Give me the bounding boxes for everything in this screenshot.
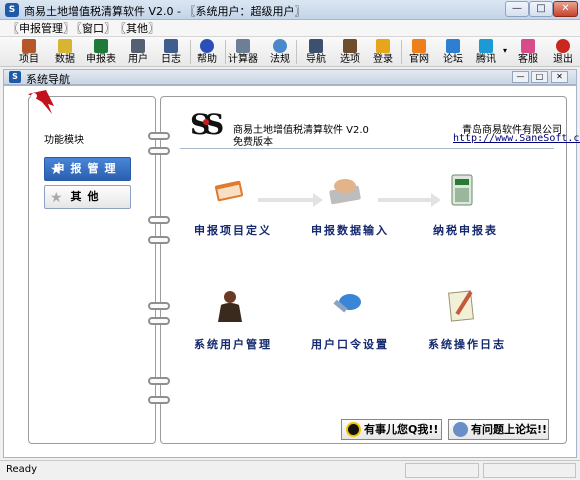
login-icon (376, 39, 390, 53)
qq-icon (346, 422, 361, 437)
tax-report-label[interactable]: 纳税申报表 (433, 222, 498, 238)
window-titlebar: S 商易土地增值税清算软件 V2.0 - 〖系统用户：超级用户〗 — □ ✕ (0, 0, 580, 20)
toolbar-options-button[interactable]: 选项 (333, 37, 367, 67)
close-button[interactable]: ✕ (553, 1, 578, 17)
password-setting-label[interactable]: 用户口令设置 (311, 336, 389, 352)
toolbar-data-button[interactable]: 数据 (48, 37, 82, 67)
flow-arrow (378, 193, 441, 207)
excel-icon (94, 39, 108, 53)
menu-declaration-management[interactable]: 〖申报管理〗 (8, 21, 74, 36)
maximize-button[interactable]: □ (529, 1, 553, 17)
edition-label: 免费版本 (233, 137, 273, 148)
operation-log-icon[interactable] (444, 288, 480, 324)
operation-log-label[interactable]: 系统操作日志 (428, 336, 506, 352)
toolbar-service-button[interactable]: 客服 (511, 37, 545, 67)
forum-icon (453, 422, 468, 437)
toolbar-exit-button[interactable]: 退出 (546, 37, 580, 67)
user-management-icon[interactable] (212, 288, 248, 324)
search-icon (273, 39, 287, 53)
toolbar-navigation-button[interactable]: 导航 (299, 37, 333, 67)
status-cell (405, 463, 479, 478)
status-cell (483, 463, 576, 478)
minimize-button[interactable]: — (505, 1, 529, 17)
binder-ring (148, 132, 170, 140)
data-input-label[interactable]: 申报数据输入 (311, 222, 389, 238)
nav-button-other[interactable]: ★ 其他 (44, 185, 131, 209)
service-icon (521, 39, 535, 53)
log-icon (164, 39, 178, 53)
binder-ring (148, 236, 170, 244)
project-icon (22, 39, 36, 53)
nav-button-declaration[interactable]: ★ 申报管理 (44, 157, 131, 181)
star-icon: ★ (50, 190, 63, 206)
toolbar-report-button[interactable]: 申报表 (84, 37, 118, 67)
rss-icon (412, 39, 426, 53)
keyboard-input-icon[interactable] (327, 172, 363, 208)
binder-ring (148, 216, 170, 224)
app-logo-icon: S (9, 71, 21, 83)
toolbar-help-button[interactable]: 帮助 (190, 37, 224, 67)
exit-icon (556, 39, 570, 53)
header-divider (180, 148, 554, 149)
toolbar-separator (296, 40, 297, 64)
binder-ring (148, 147, 170, 155)
toolbar-user-button[interactable]: 用户 (121, 37, 155, 67)
window-title: 商易土地增值税清算软件 V2.0 - 〖系统用户：超级用户〗 (24, 5, 306, 18)
mdi-minimize-button[interactable]: — (512, 71, 529, 83)
toolbar-login-button[interactable]: 登录 (366, 37, 400, 67)
tax-report-icon[interactable] (444, 172, 480, 208)
binder-ring (148, 302, 170, 310)
toolbar-log-button[interactable]: 日志 (154, 37, 188, 67)
toolbar-website-button[interactable]: 官网 (402, 37, 436, 67)
navigation-icon (309, 39, 323, 53)
qq-icon (479, 39, 493, 53)
section-label: 功能模块 (44, 135, 84, 146)
status-text: Ready (6, 464, 38, 475)
project-definition-icon[interactable] (212, 173, 248, 209)
qq-contact-button[interactable]: 有事儿您Q我!! (341, 419, 442, 440)
star-icon: ★ (50, 162, 63, 178)
flow-arrow (258, 193, 323, 207)
calculator-icon (236, 39, 250, 53)
menu-window[interactable]: 〖窗口〗 (71, 21, 115, 36)
mdi-maximize-button[interactable]: □ (531, 71, 548, 83)
toolbar-forum-button[interactable]: 论坛 (436, 37, 470, 67)
binder-ring (148, 396, 170, 404)
options-icon (343, 39, 357, 53)
toolbar-regulations-button[interactable]: 法规 (263, 37, 297, 67)
forum-icon (446, 39, 460, 53)
data-icon (58, 39, 72, 53)
menu-other[interactable]: 〖其他〗 (115, 21, 159, 36)
statusbar: Ready (0, 460, 580, 480)
left-panel (28, 96, 156, 444)
user-management-label[interactable]: 系统用户管理 (194, 336, 272, 352)
mdi-titlebar: S 系统导航 — □ ✕ (3, 69, 577, 86)
toolbar-calculator-button[interactable]: 计算器 (226, 37, 260, 67)
forum-button[interactable]: 有问题上论坛!! (448, 419, 549, 440)
toolbar-qq-button[interactable]: 腾讯 (469, 37, 503, 67)
toolbar: 项目 数据 申报表 用户 日志 帮助 计算器 法规 导航 选项 登录 官网 论坛… (0, 37, 580, 67)
app-logo-icon: S (5, 3, 19, 17)
project-definition-label[interactable]: 申报项目定义 (194, 222, 272, 238)
chevron-down-icon[interactable]: ▾ (503, 46, 507, 55)
mdi-close-button[interactable]: ✕ (551, 71, 568, 83)
website-link[interactable]: http://www.SaneSoft.cn (453, 133, 580, 144)
help-icon (200, 39, 214, 53)
toolbar-project-button[interactable]: 项目 (12, 37, 46, 67)
key-password-icon[interactable] (328, 290, 364, 326)
binder-ring (148, 317, 170, 325)
user-icon (131, 39, 145, 53)
binder-ring (148, 377, 170, 385)
company-logo-icon: S S (190, 108, 224, 140)
menubar: 〖申报管理〗 〖窗口〗 〖其他〗 (0, 20, 580, 37)
bookmark-ribbon-icon (28, 90, 54, 114)
